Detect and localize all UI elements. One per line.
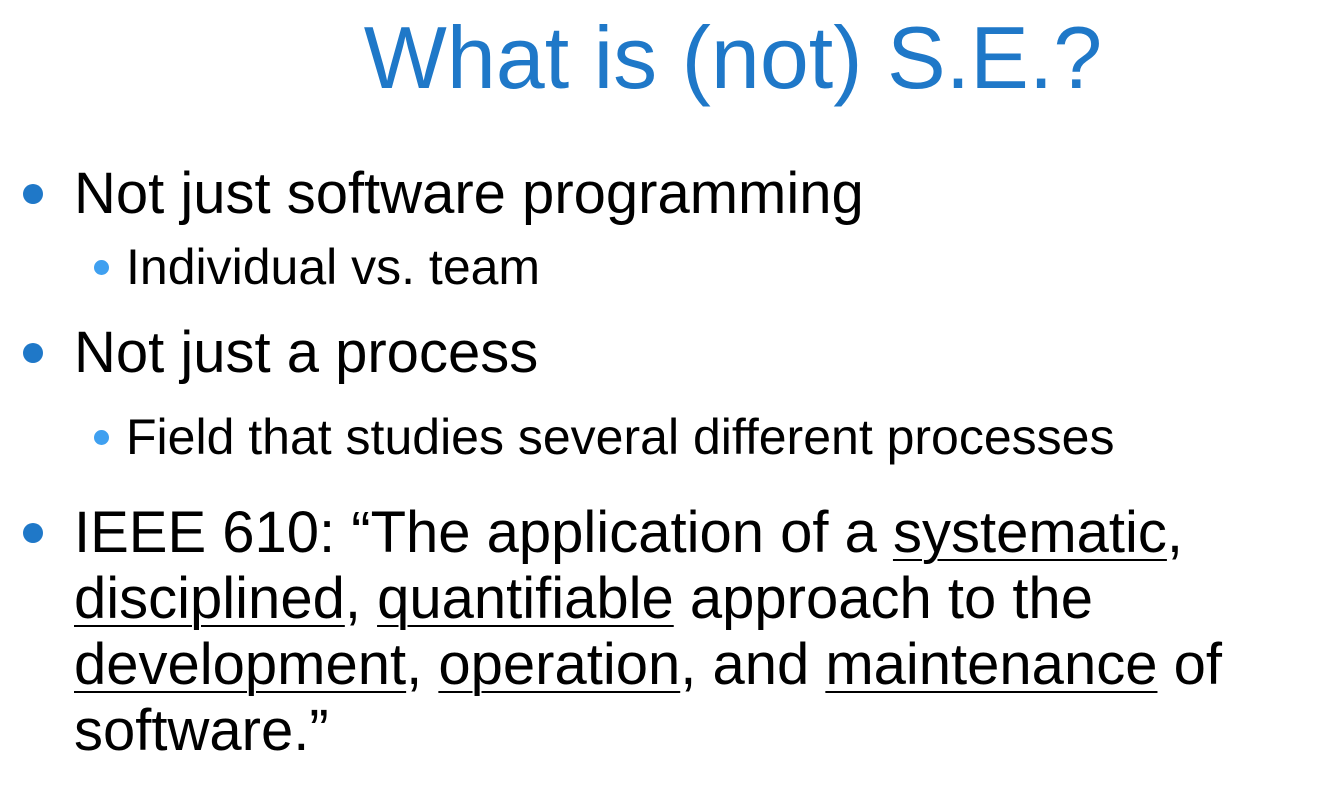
bullet-dot: [23, 184, 43, 204]
quote-punct: ,: [406, 632, 439, 697]
quote-line: development, operation, and maintenance …: [74, 632, 1222, 698]
bullet-list: Not just software programming Individual…: [0, 0, 1336, 798]
term-development: development: [74, 632, 407, 697]
quote-punct: ,: [344, 566, 378, 631]
bullet-dot: [23, 523, 43, 543]
bullet-dot: [23, 343, 43, 363]
sub-bullet-dot: [94, 260, 109, 275]
term-quantifiable: quantifiable: [377, 566, 674, 631]
term-maintenance: maintenance: [825, 632, 1158, 697]
bullet-item: Not just software programming: [74, 161, 864, 226]
quote-prefix: IEEE 610: “The application of a: [74, 500, 893, 565]
sub-bullet-dot: [94, 430, 109, 445]
quote-line: IEEE 610: “The application of a systemat…: [74, 500, 1183, 566]
sub-bullet-item: Individual vs. team: [126, 239, 541, 295]
term-systematic: systematic: [892, 500, 1167, 565]
bullet-item: Not just a process: [74, 320, 539, 385]
quote-line: software.”: [74, 698, 329, 764]
quote-text: of: [1157, 632, 1222, 697]
quote-text: approach to the: [673, 566, 1093, 631]
quote-punct: ,: [1166, 500, 1184, 565]
sub-bullet-item: Field that studies several different pro…: [126, 409, 1115, 465]
quote-text: , and: [680, 632, 826, 697]
term-disciplined: disciplined: [74, 566, 345, 631]
term-operation: operation: [438, 632, 681, 697]
quote-end: software.”: [74, 698, 329, 763]
quote-line: disciplined, quantifiable approach to th…: [74, 566, 1093, 632]
